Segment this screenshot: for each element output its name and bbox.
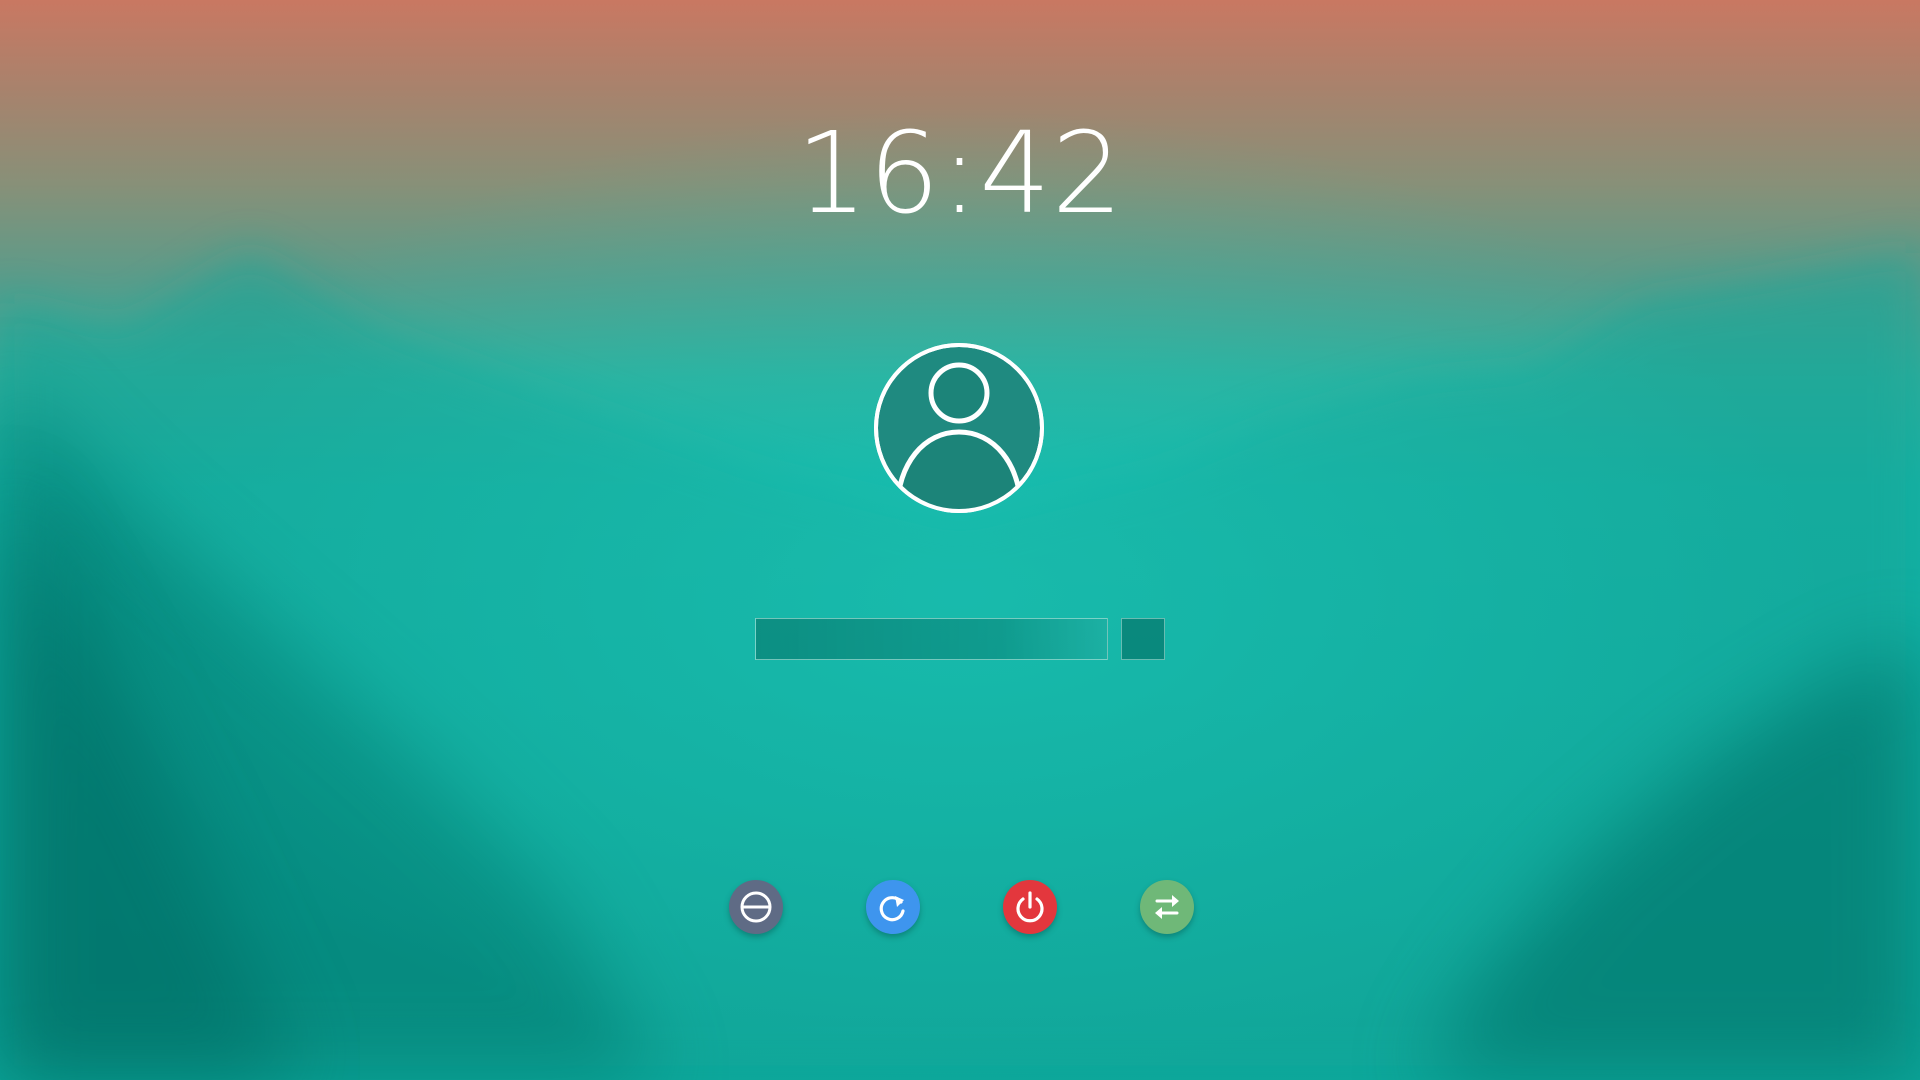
switch-user-button[interactable] (1140, 880, 1194, 934)
switch-user-icon (1140, 880, 1194, 934)
login-submit-button[interactable] (1121, 618, 1165, 660)
restart-icon (866, 880, 920, 934)
power-icon (1003, 880, 1057, 934)
user-avatar-icon[interactable] (873, 342, 1045, 514)
suspend-button[interactable] (729, 880, 783, 934)
password-input[interactable] (755, 618, 1108, 660)
restart-button[interactable] (866, 880, 920, 934)
suspend-icon (729, 880, 783, 934)
shutdown-button[interactable] (1003, 880, 1057, 934)
clock-time: 16:42 (796, 109, 1124, 239)
